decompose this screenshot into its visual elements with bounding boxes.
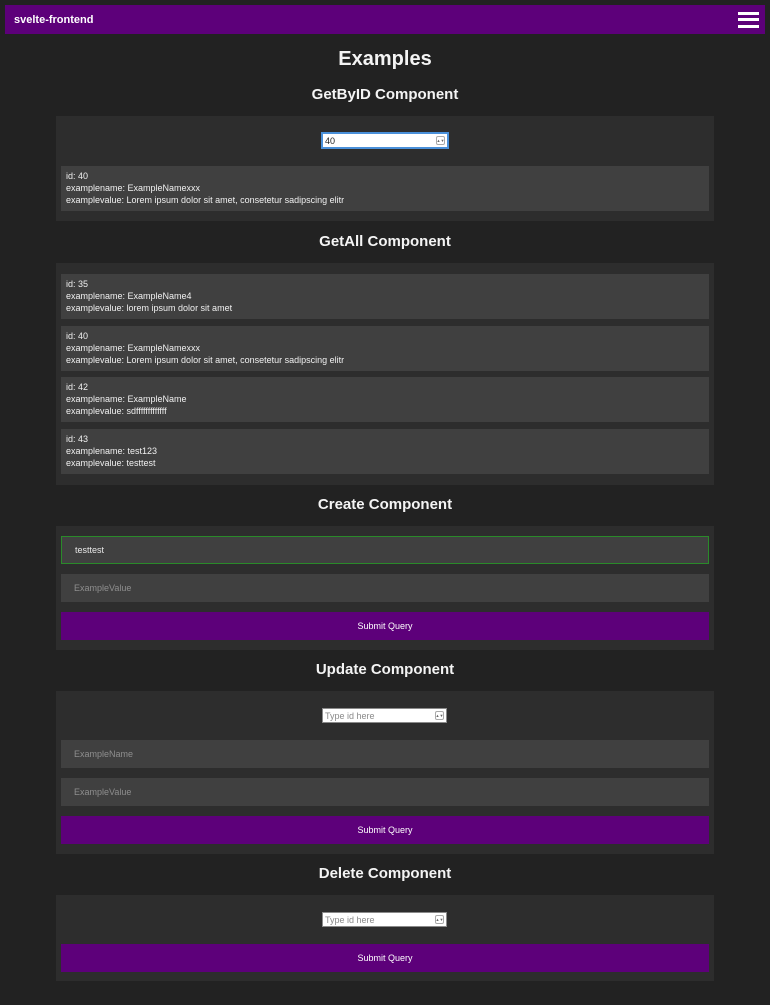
item-value: examplevalue: testtest xyxy=(66,458,156,468)
delete-title: Delete Component xyxy=(318,865,452,882)
item-id: id: 35 xyxy=(66,279,89,289)
brand-link[interactable]: svelte-frontend xyxy=(14,14,93,26)
page-title: Examples xyxy=(338,48,432,70)
getbyid-id-value: 40 xyxy=(325,135,336,146)
update-id-placeholder: Type id here xyxy=(325,710,375,721)
create-panel: testtest ExampleValue Submit Query xyxy=(56,526,714,650)
getbyid-panel: 40 ▲▼ id: 40 examplename: ExampleNamexxx… xyxy=(56,116,714,221)
getbyid-result-card: id: 40 examplename: ExampleNamexxx examp… xyxy=(61,166,709,211)
list-item: id: 42 examplename: ExampleName examplev… xyxy=(61,377,709,422)
create-submit-button[interactable]: Submit Query xyxy=(61,612,709,640)
item-id: id: 43 xyxy=(66,434,89,444)
create-title: Create Component xyxy=(317,496,453,513)
update-id-input[interactable]: Type id here ▲▼ xyxy=(322,708,447,723)
update-title: Update Component xyxy=(315,661,455,678)
list-item: id: 40 examplename: ExampleNamexxx examp… xyxy=(61,326,709,371)
delete-panel: Type id here ▲▼ Submit Query xyxy=(56,895,714,981)
create-value-input[interactable]: ExampleValue xyxy=(61,574,709,602)
item-name: examplename: test123 xyxy=(66,446,158,456)
getall-panel: id: 35 examplename: ExampleName4 example… xyxy=(56,263,714,485)
delete-id-placeholder: Type id here xyxy=(325,914,375,925)
getbyid-id-input[interactable]: 40 ▲▼ xyxy=(321,132,449,149)
navbar: svelte-frontend xyxy=(5,5,765,34)
list-item: id: 43 examplename: test123 examplevalue… xyxy=(61,429,709,474)
item-id: id: 40 xyxy=(66,331,89,341)
update-submit-button[interactable]: Submit Query xyxy=(61,816,709,844)
result-value: examplevalue: Lorem ipsum dolor sit amet… xyxy=(66,195,345,205)
spinner-icon[interactable]: ▲▼ xyxy=(435,915,444,924)
item-value: examplevalue: Lorem ipsum dolor sit amet… xyxy=(66,355,345,365)
getbyid-title: GetByID Component xyxy=(311,86,459,103)
list-item: id: 35 examplename: ExampleName4 example… xyxy=(61,274,709,319)
item-name: examplename: ExampleName xyxy=(66,394,187,404)
update-name-input[interactable]: ExampleName xyxy=(61,740,709,768)
item-id: id: 42 xyxy=(66,382,89,392)
spinner-icon[interactable]: ▲▼ xyxy=(436,136,445,145)
item-name: examplename: ExampleNamexxx xyxy=(66,343,201,353)
delete-submit-button[interactable]: Submit Query xyxy=(61,944,709,972)
getall-title: GetAll Component xyxy=(319,233,451,250)
item-name: examplename: ExampleName4 xyxy=(66,291,192,301)
item-value: examplevalue: sdfffffffffffff xyxy=(66,406,167,416)
update-value-input[interactable]: ExampleValue xyxy=(61,778,709,806)
result-id: id: 40 xyxy=(66,171,89,181)
update-panel: Type id here ▲▼ ExampleName ExampleValue… xyxy=(56,691,714,854)
item-value: examplevalue: lorem ipsum dolor sit amet xyxy=(66,303,233,313)
create-name-input[interactable]: testtest xyxy=(61,536,709,564)
hamburger-menu-icon[interactable] xyxy=(738,11,759,28)
spinner-icon[interactable]: ▲▼ xyxy=(435,711,444,720)
result-name: examplename: ExampleNamexxx xyxy=(66,183,201,193)
delete-id-input[interactable]: Type id here ▲▼ xyxy=(322,912,447,927)
